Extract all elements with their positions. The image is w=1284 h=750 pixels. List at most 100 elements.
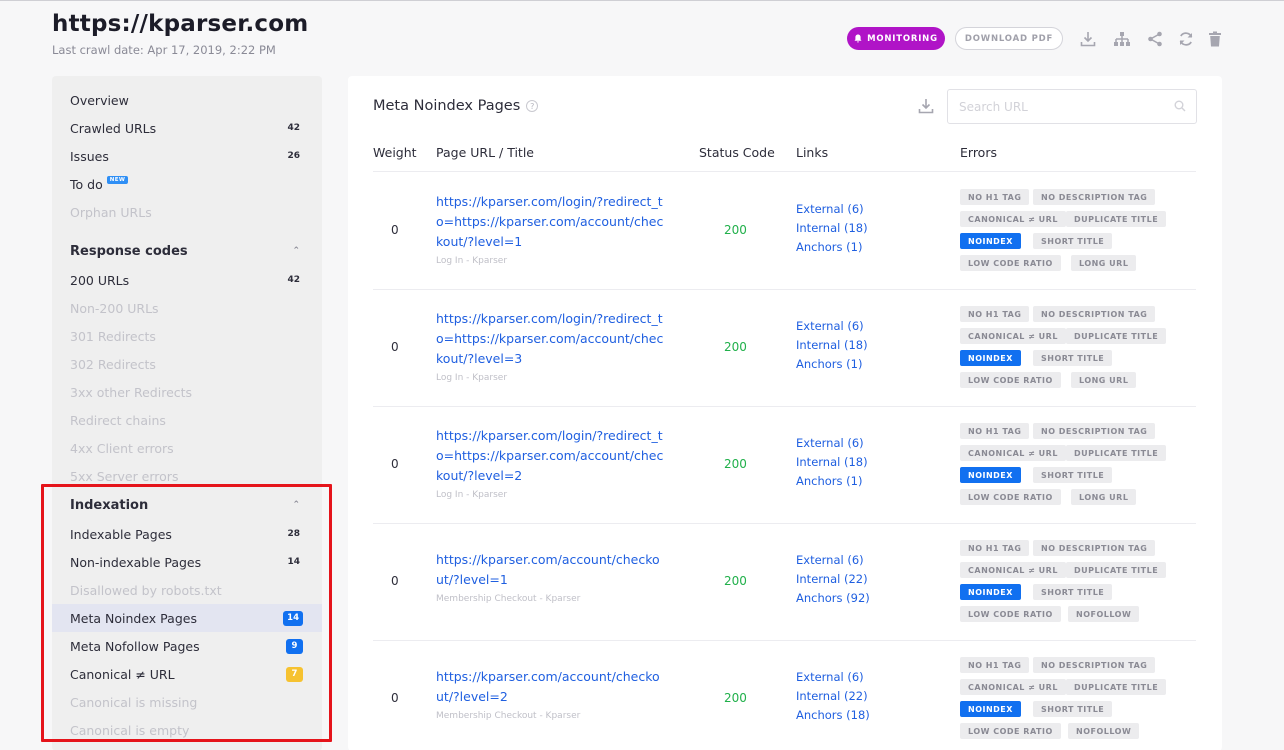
error-tag: LOW CODE RATIO — [960, 606, 1061, 622]
sidebar-item-label: Issues — [70, 148, 109, 164]
sidebar-item-label: To do — [70, 176, 103, 192]
sidebar-item-crawled-urls[interactable]: Crawled URLs 42 — [52, 114, 322, 142]
sidebar-item-indexable-pages[interactable]: Indexable Pages 28 — [52, 520, 322, 548]
sidebar-item-label: 3xx other Redirects — [70, 384, 193, 400]
sidebar-item-200-urls[interactable]: 200 URLs 42 — [52, 266, 322, 294]
sidebar-item-overview[interactable]: Overview — [52, 86, 322, 114]
error-tag: SHORT TITLE — [1033, 233, 1113, 249]
error-tag: NO H1 TAG — [960, 657, 1030, 673]
sidebar-item-count: 42 — [287, 123, 300, 133]
page-title-text: Log In - Kparser — [436, 256, 508, 266]
chevron-up-icon[interactable]: ⌃ — [292, 246, 300, 256]
error-tag: LOW CODE RATIO — [960, 489, 1061, 505]
external-links-link[interactable]: External (6) — [796, 200, 868, 219]
error-tag: NOINDEX — [960, 467, 1021, 483]
search-field[interactable] — [947, 89, 1197, 124]
weight-value: 0 — [391, 223, 399, 237]
sidebar-item-4xx-client-errors: 4xx Client errors — [52, 434, 322, 462]
download-icon[interactable] — [1079, 30, 1097, 48]
sidebar-item-label: Orphan URLs — [70, 204, 152, 220]
monitoring-button[interactable]: MONITORING — [847, 27, 945, 50]
sitemap-icon[interactable] — [1113, 30, 1131, 48]
error-tag: NO DESCRIPTION TAG — [1033, 657, 1156, 673]
anchors-link[interactable]: Anchors (18) — [796, 706, 870, 725]
sidebar-item-canonical-not-url[interactable]: Canonical ≠ URL 7 — [52, 660, 322, 688]
download-pdf-button[interactable]: DOWNLOAD PDF — [955, 27, 1063, 50]
error-tag: LOW CODE RATIO — [960, 723, 1061, 739]
sidebar-item-label: 4xx Client errors — [70, 440, 174, 456]
error-tag: DUPLICATE TITLE — [1066, 328, 1167, 344]
sidebar-item-to-do[interactable]: To do NEW — [52, 170, 322, 198]
internal-links-link[interactable]: Internal (18) — [796, 219, 868, 238]
sidebar: Overview Crawled URLs 42 Issues 26 To do… — [52, 76, 322, 750]
anchors-link[interactable]: Anchors (1) — [796, 472, 868, 491]
external-links-link[interactable]: External (6) — [796, 434, 868, 453]
error-tag: LONG URL — [1071, 255, 1137, 271]
column-header-links[interactable]: Links — [796, 145, 828, 160]
site-title: https://kparser.com — [52, 11, 309, 37]
external-links-link[interactable]: External (6) — [796, 317, 868, 336]
column-header-errors[interactable]: Errors — [960, 145, 997, 160]
external-links-link[interactable]: External (6) — [796, 551, 870, 570]
column-header-weight[interactable]: Weight — [373, 145, 417, 160]
anchors-link[interactable]: Anchors (1) — [796, 355, 868, 374]
page-url-link[interactable]: https://kparser.com/login/?redirect_to=h… — [436, 309, 666, 369]
page-title-text: Log In - Kparser — [436, 490, 508, 500]
internal-links-link[interactable]: Internal (18) — [796, 336, 868, 355]
error-tag: NOINDEX — [960, 350, 1021, 366]
share-icon[interactable] — [1146, 30, 1164, 48]
sidebar-item-meta-nofollow-pages[interactable]: Meta Nofollow Pages 9 — [52, 632, 322, 660]
page-url-link[interactable]: https://kparser.com/account/checkout/?le… — [436, 667, 666, 707]
links-cell: External (6) Internal (18) Anchors (1) — [796, 200, 868, 257]
error-tag: SHORT TITLE — [1033, 350, 1113, 366]
page-url-link[interactable]: https://kparser.com/login/?redirect_to=h… — [436, 426, 666, 486]
internal-links-link[interactable]: Internal (22) — [796, 570, 870, 589]
export-download-icon[interactable] — [918, 98, 934, 114]
section-header-indexation[interactable]: Indexation ⌃ — [52, 491, 322, 519]
search-input[interactable] — [959, 99, 1159, 114]
weight-value: 0 — [391, 574, 399, 588]
links-cell: External (6) Internal (18) Anchors (1) — [796, 434, 868, 491]
trash-icon[interactable] — [1206, 30, 1224, 48]
sidebar-item-301-redirects: 301 Redirects — [52, 322, 322, 350]
table-row: 0 https://kparser.com/account/checkout/?l… — [348, 523, 1222, 640]
error-tag: NO DESCRIPTION TAG — [1033, 189, 1156, 205]
section-title: Response codes — [70, 243, 188, 259]
column-header-page-url[interactable]: Page URL / Title — [436, 145, 534, 160]
table-row: 0 https://kparser.com/login/?redirect_to=… — [348, 289, 1222, 406]
error-tag: CANONICAL ≠ URL — [960, 211, 1066, 227]
page-url-link[interactable]: https://kparser.com/account/checkout/?le… — [436, 550, 666, 590]
internal-links-link[interactable]: Internal (18) — [796, 453, 868, 472]
error-tag: CANONICAL ≠ URL — [960, 679, 1066, 695]
table-row: 0 https://kparser.com/login/?redirect_to=… — [348, 406, 1222, 523]
page-title: Meta Noindex Pages ? — [373, 98, 539, 114]
sidebar-item-meta-noindex-pages[interactable]: Meta Noindex Pages 14 — [52, 604, 322, 632]
error-tag: LONG URL — [1071, 372, 1137, 388]
status-code: 200 — [724, 457, 747, 471]
anchors-link[interactable]: Anchors (92) — [796, 589, 870, 608]
error-tag: NO H1 TAG — [960, 423, 1030, 439]
help-icon[interactable]: ? — [526, 100, 539, 112]
status-code: 200 — [724, 223, 747, 237]
page-url-link[interactable]: https://kparser.com/login/?redirect_to=h… — [436, 192, 666, 252]
external-links-link[interactable]: External (6) — [796, 668, 870, 687]
monitoring-label: MONITORING — [867, 33, 938, 44]
sidebar-item-non-200-urls: Non-200 URLs — [52, 294, 322, 322]
error-tag: NO DESCRIPTION TAG — [1033, 540, 1156, 556]
refresh-icon[interactable] — [1177, 30, 1195, 48]
internal-links-link[interactable]: Internal (22) — [796, 687, 870, 706]
count-badge: 14 — [283, 610, 303, 626]
column-header-status-code[interactable]: Status Code — [699, 145, 775, 160]
sidebar-item-count: 28 — [287, 529, 300, 539]
section-header-response-codes[interactable]: Response codes ⌃ — [52, 237, 322, 265]
sidebar-item-non-indexable-pages[interactable]: Non-indexable Pages 14 — [52, 548, 322, 576]
sidebar-item-label: Non-indexable Pages — [70, 554, 202, 570]
sidebar-item-label: Redirect chains — [70, 412, 166, 428]
sidebar-item-3xx-other-redirects: 3xx other Redirects — [52, 378, 322, 406]
chevron-up-icon[interactable]: ⌃ — [292, 500, 300, 510]
sidebar-item-issues[interactable]: Issues 26 — [52, 142, 322, 170]
error-tag: SHORT TITLE — [1033, 584, 1113, 600]
anchors-link[interactable]: Anchors (1) — [796, 238, 868, 257]
error-tag: NOFOLLOW — [1068, 606, 1140, 622]
error-tag: LONG URL — [1071, 489, 1137, 505]
